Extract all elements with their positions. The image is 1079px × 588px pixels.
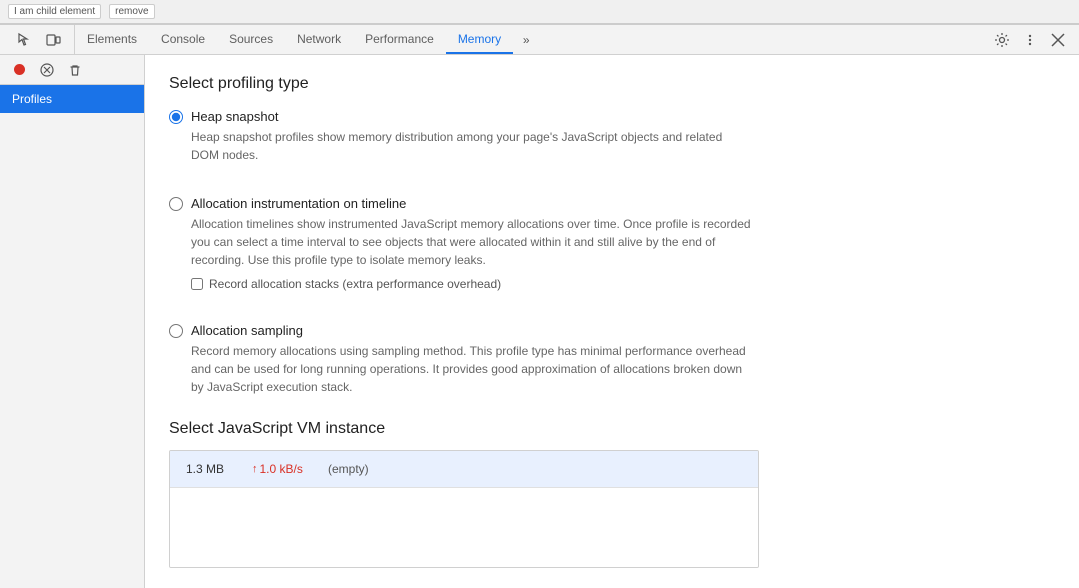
- devtools-panel: Elements Console Sources Network Perform…: [0, 24, 1079, 588]
- allocation-sampling-desc: Record memory allocations using sampling…: [191, 342, 751, 396]
- allocation-sampling-label[interactable]: Allocation sampling: [191, 323, 303, 338]
- allocation-sampling-radio[interactable]: [169, 324, 183, 338]
- heap-snapshot-header: Heap snapshot: [169, 109, 1055, 124]
- allocation-stacks-label[interactable]: Record allocation stacks (extra performa…: [209, 277, 501, 291]
- webpage-tag: I am child element: [8, 4, 101, 19]
- close-devtools-button[interactable]: [1045, 28, 1071, 52]
- tabs-more-button[interactable]: »: [513, 28, 539, 52]
- clear-profiles-button[interactable]: [64, 59, 86, 81]
- vm-table: 1.3 MB ↑ 1.0 kB/s (empty): [169, 450, 759, 568]
- tab-memory[interactable]: Memory: [446, 25, 513, 54]
- heap-snapshot-desc: Heap snapshot profiles show memory distr…: [191, 128, 751, 164]
- tab-performance[interactable]: Performance: [353, 25, 446, 54]
- tab-network[interactable]: Network: [285, 25, 353, 54]
- vm-row[interactable]: 1.3 MB ↑ 1.0 kB/s (empty): [170, 451, 758, 487]
- tab-console[interactable]: Console: [149, 25, 217, 54]
- allocation-stacks-checkbox[interactable]: [191, 278, 203, 290]
- heap-snapshot-option: Heap snapshot Heap snapshot profiles sho…: [169, 109, 1055, 164]
- vm-rate: ↑ 1.0 kB/s: [252, 462, 312, 476]
- sidebar: Profiles: [0, 55, 145, 588]
- devtools-tabs: Elements Console Sources Network Perform…: [75, 25, 985, 54]
- more-options-button[interactable]: [1017, 28, 1043, 52]
- heap-snapshot-label[interactable]: Heap snapshot: [191, 109, 278, 124]
- sidebar-toolbar: [0, 55, 144, 85]
- sidebar-item-profiles[interactable]: Profiles: [0, 85, 144, 113]
- allocation-sampling-header: Allocation sampling: [169, 323, 1055, 338]
- heap-snapshot-radio[interactable]: [169, 110, 183, 124]
- allocation-instrumentation-header: Allocation instrumentation on timeline: [169, 196, 1055, 211]
- vm-rate-value: 1.0 kB/s: [260, 462, 303, 476]
- profiling-options: Heap snapshot Heap snapshot profiles sho…: [169, 109, 1055, 396]
- vm-empty-area: [170, 487, 758, 567]
- settings-button[interactable]: [989, 28, 1015, 52]
- main-content: Select profiling type Heap snapshot Heap…: [145, 55, 1079, 588]
- toolbar-right: [985, 28, 1075, 52]
- allocation-instrumentation-option: Allocation instrumentation on timeline A…: [169, 196, 1055, 291]
- allocation-sampling-option: Allocation sampling Record memory alloca…: [169, 323, 1055, 396]
- record-button[interactable]: [8, 59, 30, 81]
- devtools-toolbar: Elements Console Sources Network Perform…: [0, 25, 1079, 55]
- vm-name: (empty): [328, 462, 369, 476]
- tab-elements[interactable]: Elements: [75, 25, 149, 54]
- device-toolbar-button[interactable]: [40, 28, 66, 52]
- allocation-instrumentation-label[interactable]: Allocation instrumentation on timeline: [191, 196, 406, 211]
- stop-button[interactable]: [36, 59, 58, 81]
- remove-button[interactable]: remove: [109, 4, 154, 19]
- select-profiling-title: Select profiling type: [169, 75, 1055, 93]
- allocation-stacks-row: Record allocation stacks (extra performa…: [191, 277, 1055, 291]
- tab-sources[interactable]: Sources: [217, 25, 285, 54]
- allocation-instrumentation-desc: Allocation timelines show instrumented J…: [191, 215, 751, 269]
- js-vm-title: Select JavaScript VM instance: [169, 420, 1055, 438]
- sidebar-nav: Profiles: [0, 85, 144, 588]
- allocation-instrumentation-radio[interactable]: [169, 197, 183, 211]
- vm-size: 1.3 MB: [186, 462, 236, 476]
- vm-rate-arrow: ↑: [252, 463, 258, 475]
- toolbar-icons: [4, 25, 75, 54]
- webpage-bar: I am child element remove: [0, 0, 1079, 24]
- inspect-element-button[interactable]: [12, 28, 38, 52]
- devtools-body: Profiles Select profiling type Heap snap…: [0, 55, 1079, 588]
